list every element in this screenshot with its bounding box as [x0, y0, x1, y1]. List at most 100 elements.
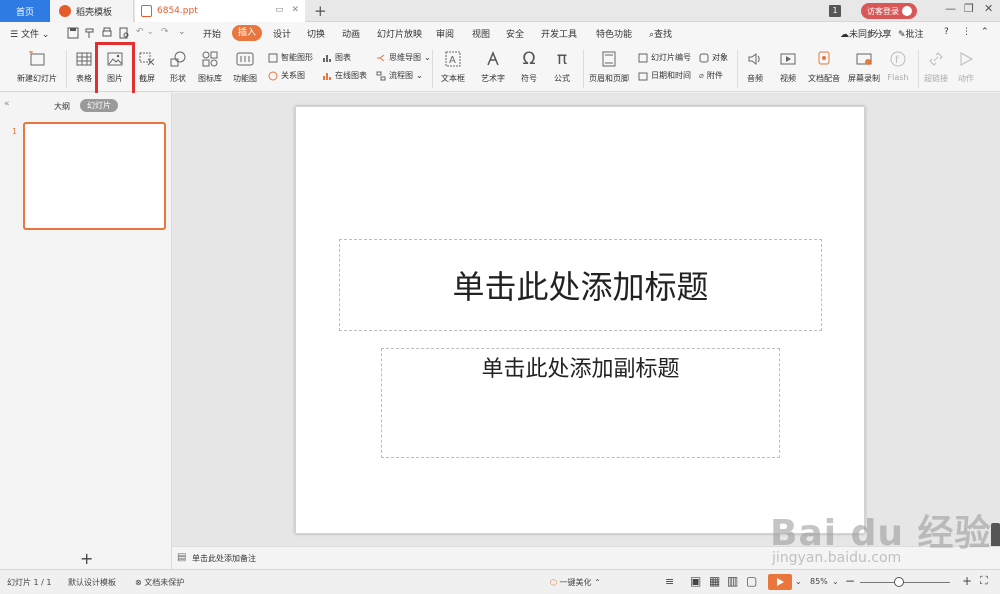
symbol-button[interactable]: Ω 符号	[514, 44, 544, 84]
flow-chart-button[interactable]: 流程图 ⌄	[376, 70, 423, 81]
menu-slideshow[interactable]: 幻灯片放映	[377, 27, 422, 40]
menu-review[interactable]: 审阅	[436, 27, 454, 40]
outline-tab[interactable]: 大纲	[54, 101, 70, 112]
text-box-button[interactable]: A 文本框	[436, 44, 470, 84]
menu-developer[interactable]: 开发工具	[541, 27, 577, 40]
beautify-label: 一键美化	[559, 578, 592, 587]
tab-close-icon[interactable]: ✕	[291, 5, 299, 15]
function-chart-button[interactable]: 功能图	[228, 44, 262, 84]
menu-animation[interactable]: 动画	[342, 27, 360, 40]
menu-special[interactable]: 特色功能	[596, 27, 632, 40]
tab-window-icon[interactable]: ▭	[275, 5, 284, 15]
protection-status[interactable]: ⊗ 文档未保护	[135, 577, 184, 588]
flash-icon: f	[887, 48, 909, 70]
minimize-icon[interactable]: —	[945, 2, 956, 15]
tab-home[interactable]: 首页	[0, 0, 50, 22]
slide-sorter-icon[interactable]: ▦	[709, 574, 720, 588]
screen-record-button[interactable]: 屏幕录制	[846, 44, 882, 84]
smart-art-button[interactable]: 智能图形	[268, 52, 313, 63]
scissors-icon	[136, 48, 158, 70]
menu-design[interactable]: 设计	[273, 27, 291, 40]
pi-icon: π	[556, 49, 568, 69]
tab-document[interactable]: 6854.ppt ▭ ✕	[135, 0, 305, 22]
link-icon	[925, 48, 947, 70]
hyperlink-button[interactable]: 超链接	[921, 44, 951, 84]
menu-security[interactable]: 安全	[506, 27, 524, 40]
hyperlink-label: 超链接	[924, 74, 948, 83]
shape-button[interactable]: 形状	[164, 44, 192, 84]
notes-icon: ▤	[177, 552, 187, 563]
relation-chart-button[interactable]: 关系图	[268, 70, 305, 81]
icon-library-button[interactable]: 图标库	[195, 44, 225, 84]
date-time-button[interactable]: 日期和时间	[638, 70, 691, 81]
table-button[interactable]: 表格	[70, 44, 98, 84]
slide-thumbnail[interactable]	[23, 122, 166, 230]
search-menu[interactable]: ⌕查找	[649, 27, 672, 40]
menu-insert[interactable]: 插入	[232, 25, 262, 41]
undo-icon[interactable]: ↶ ⌄	[136, 27, 154, 37]
zoom-slider[interactable]	[860, 582, 950, 583]
add-slide-button[interactable]: +	[80, 549, 93, 568]
action-button[interactable]: 动作	[953, 44, 979, 84]
online-chart-button[interactable]: 在线图表	[322, 70, 367, 81]
file-menu[interactable]: ☰ 文件 ⌄	[10, 27, 49, 40]
reading-view-icon[interactable]: ▥	[727, 574, 738, 588]
audio-button[interactable]: 音频	[740, 44, 770, 84]
attachment-button[interactable]: ⌀ 附件	[699, 70, 723, 81]
menu-transition[interactable]: 切换	[307, 27, 325, 40]
print-preview-icon[interactable]	[118, 27, 130, 39]
subtitle-placeholder[interactable]: 单击此处添加副标题	[381, 348, 780, 458]
video-button[interactable]: 视频	[773, 44, 803, 84]
collapse-ribbon-icon[interactable]: ⌃	[981, 27, 989, 37]
formula-button[interactable]: π 公式	[547, 44, 577, 84]
slide-number-button[interactable]: 幻灯片编号	[638, 52, 691, 63]
print-icon[interactable]	[101, 27, 113, 39]
screenshot-button[interactable]: 截屏	[132, 44, 162, 84]
comment-label: 批注	[905, 30, 924, 40]
art-text-button[interactable]: 艺术字	[474, 44, 512, 84]
design-template-status[interactable]: 默认设计模板	[68, 577, 116, 588]
header-footer-button[interactable]: 页眉和页脚	[586, 44, 632, 84]
header-footer-icon	[598, 48, 620, 70]
comment-button[interactable]: ✎批注	[898, 27, 924, 40]
help-icon[interactable]: ?	[944, 27, 949, 37]
menu-view[interactable]: 视图	[472, 27, 490, 40]
redo-icon[interactable]: ↷	[161, 27, 169, 37]
notes-toggle-icon[interactable]: ≡	[665, 575, 674, 588]
menu-start[interactable]: 开始	[203, 27, 221, 40]
action-play-icon	[955, 48, 977, 70]
flash-button[interactable]: f Flash	[884, 44, 912, 82]
restore-icon[interactable]: ❐	[964, 2, 974, 15]
slide-number-label: 幻灯片编号	[651, 53, 691, 62]
quick-access-more-icon[interactable]: ⌄	[178, 27, 186, 37]
more-icon[interactable]: ⋮	[962, 27, 971, 37]
tab-template[interactable]: 稻壳模板	[50, 0, 134, 22]
save-icon[interactable]	[67, 27, 79, 39]
title-placeholder[interactable]: 单击此处添加标题	[339, 239, 822, 331]
screen-record-icon	[853, 48, 875, 70]
attachment-label: 附件	[706, 71, 723, 80]
beautify-button[interactable]: ⬡ 一键美化 ⌃	[550, 577, 601, 588]
window-count-badge[interactable]: 1	[829, 5, 841, 17]
video-icon	[777, 48, 799, 70]
header-footer-label: 页眉和页脚	[589, 74, 629, 83]
chart-button[interactable]: 图表	[322, 52, 351, 63]
new-tab-button[interactable]: +	[314, 2, 327, 20]
microphone-icon	[813, 48, 835, 70]
online-chart-label: 在线图表	[335, 71, 367, 80]
format-painter-icon[interactable]	[84, 27, 96, 39]
mind-map-button[interactable]: 思维导图 ⌄	[376, 52, 431, 63]
normal-view-icon[interactable]: ▣	[690, 574, 701, 588]
new-slide-button[interactable]: 新建幻灯片	[8, 44, 66, 84]
guest-login-button[interactable]: 访客登录	[861, 3, 917, 19]
collapse-panel-icon[interactable]: «	[4, 99, 10, 109]
slides-tab[interactable]: 幻灯片	[80, 99, 118, 112]
presenter-view-icon[interactable]: ▢	[746, 574, 757, 588]
close-window-icon[interactable]: ✕	[984, 2, 993, 15]
protection-label: 文档未保护	[144, 578, 185, 587]
object-button[interactable]: 对象	[699, 52, 728, 63]
action-label: 动作	[958, 74, 974, 83]
doc-dub-button[interactable]: 文档配音	[806, 44, 842, 84]
mind-map-icon	[377, 54, 385, 61]
share-button[interactable]: ⇪分享	[866, 27, 892, 40]
